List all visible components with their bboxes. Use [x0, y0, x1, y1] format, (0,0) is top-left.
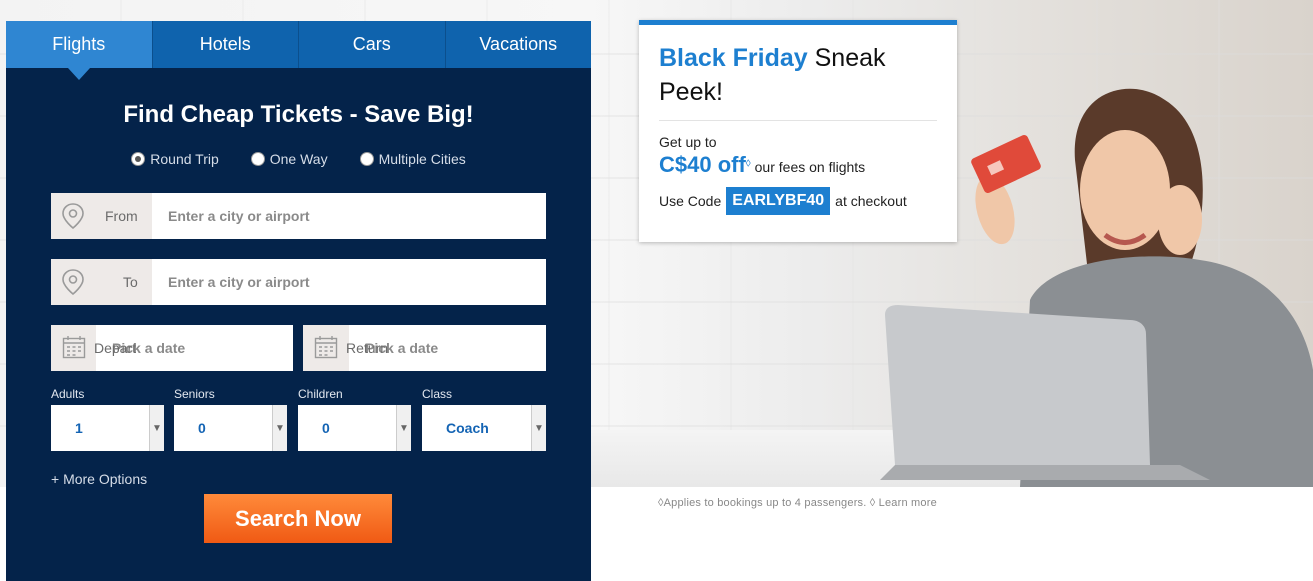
to-label-box: To [51, 259, 152, 305]
children-value: 0 [322, 420, 330, 436]
radio-icon [250, 152, 265, 166]
flight-search-widget: Flights Hotels Cars Vacations Find Cheap… [6, 21, 591, 581]
depart-field: Depart [51, 325, 293, 371]
class-select[interactable]: Coach ▼ [422, 405, 546, 451]
chevron-down-icon: ▼ [396, 405, 411, 451]
tab-hotels[interactable]: Hotels [151, 21, 298, 68]
product-tabs: Flights Hotels Cars Vacations [6, 21, 591, 80]
children-select[interactable]: 0 ▼ [298, 405, 411, 451]
calendar-icon [62, 336, 86, 359]
more-options-link[interactable]: + More Options [51, 471, 147, 487]
depart-label-box: Depart [51, 325, 136, 371]
to-field: To [51, 259, 546, 305]
children-label: Children [298, 387, 343, 401]
seniors-select[interactable]: 0 ▼ [174, 405, 287, 451]
radio-label: Round Trip [150, 151, 219, 167]
return-label: Return [346, 340, 389, 356]
adults-group: Adults 1 ▼ [51, 387, 164, 451]
children-group: Children 0 ▼ [298, 387, 411, 451]
promo-at-checkout: at checkout [835, 193, 907, 209]
chevron-down-icon: ▼ [531, 405, 546, 451]
radio-label: Multiple Cities [378, 151, 466, 167]
promo-amount: C$40 off [659, 152, 746, 177]
seniors-label: Seniors [174, 387, 215, 401]
promo-headline-highlight: Black Friday [659, 44, 808, 72]
radio-label: One Way [269, 151, 328, 167]
depart-label: Depart [94, 340, 137, 356]
black-friday-promo-card: Black Friday Sneak Peek! Get up to C$40 … [639, 20, 957, 242]
promo-fees-text: our fees on flights [750, 159, 866, 175]
seniors-group: Seniors 0 ▼ [174, 387, 287, 451]
promo-code-badge: EARLYBF40 [726, 187, 831, 215]
location-pin-icon [62, 203, 84, 229]
adults-value: 1 [75, 420, 83, 436]
location-pin-icon [62, 269, 84, 295]
chevron-down-icon: ▼ [272, 405, 287, 451]
widget-title: Find Cheap Tickets - Save Big! [123, 101, 474, 128]
tab-flights[interactable]: Flights [6, 21, 152, 80]
class-value: Coach [446, 420, 489, 436]
return-label-box: Return [303, 325, 388, 371]
tab-label: Flights [52, 34, 106, 54]
promo-footnote: ◊Applies to bookings up to 4 passengers.… [658, 497, 937, 509]
from-input[interactable] [152, 193, 546, 239]
to-input[interactable] [152, 259, 546, 305]
promo-up-to: Get up to [659, 134, 717, 150]
promo-headline: Black Friday Sneak Peek! [659, 41, 937, 109]
promo-code-line: Use Code EARLYBF40 at checkout [659, 187, 937, 215]
round-trip-radio[interactable]: Round Trip [131, 151, 219, 167]
one-way-radio[interactable]: One Way [250, 151, 328, 167]
seniors-value: 0 [198, 420, 206, 436]
promo-divider [659, 120, 937, 121]
chevron-down-icon: ▼ [149, 405, 164, 451]
multiple-cities-radio[interactable]: Multiple Cities [359, 151, 466, 167]
return-field: Return [303, 325, 546, 371]
adults-select[interactable]: 1 ▼ [51, 405, 164, 451]
tab-vacations[interactable]: Vacations [444, 21, 591, 68]
tab-cars[interactable]: Cars [298, 21, 445, 68]
class-label: Class [422, 387, 453, 401]
tab-label: Cars [352, 34, 391, 54]
adults-label: Adults [51, 387, 85, 401]
class-group: Class Coach ▼ [422, 387, 546, 451]
trip-type-radio-group: Round Trip One Way Multiple Cities [6, 151, 591, 167]
search-now-button[interactable]: Search Now [204, 494, 392, 543]
tab-label: Hotels [199, 34, 251, 54]
promo-offer: C$40 off◊ our fees on flights [659, 152, 937, 178]
from-label: From [105, 208, 138, 224]
radio-icon [359, 152, 374, 166]
tab-label: Vacations [479, 34, 558, 54]
from-field: From [51, 193, 546, 239]
from-label-box: From [51, 193, 152, 239]
radio-selected-icon [131, 152, 146, 166]
promo-use-code: Use Code [659, 193, 722, 209]
calendar-icon [314, 336, 338, 359]
to-label: To [123, 274, 138, 290]
